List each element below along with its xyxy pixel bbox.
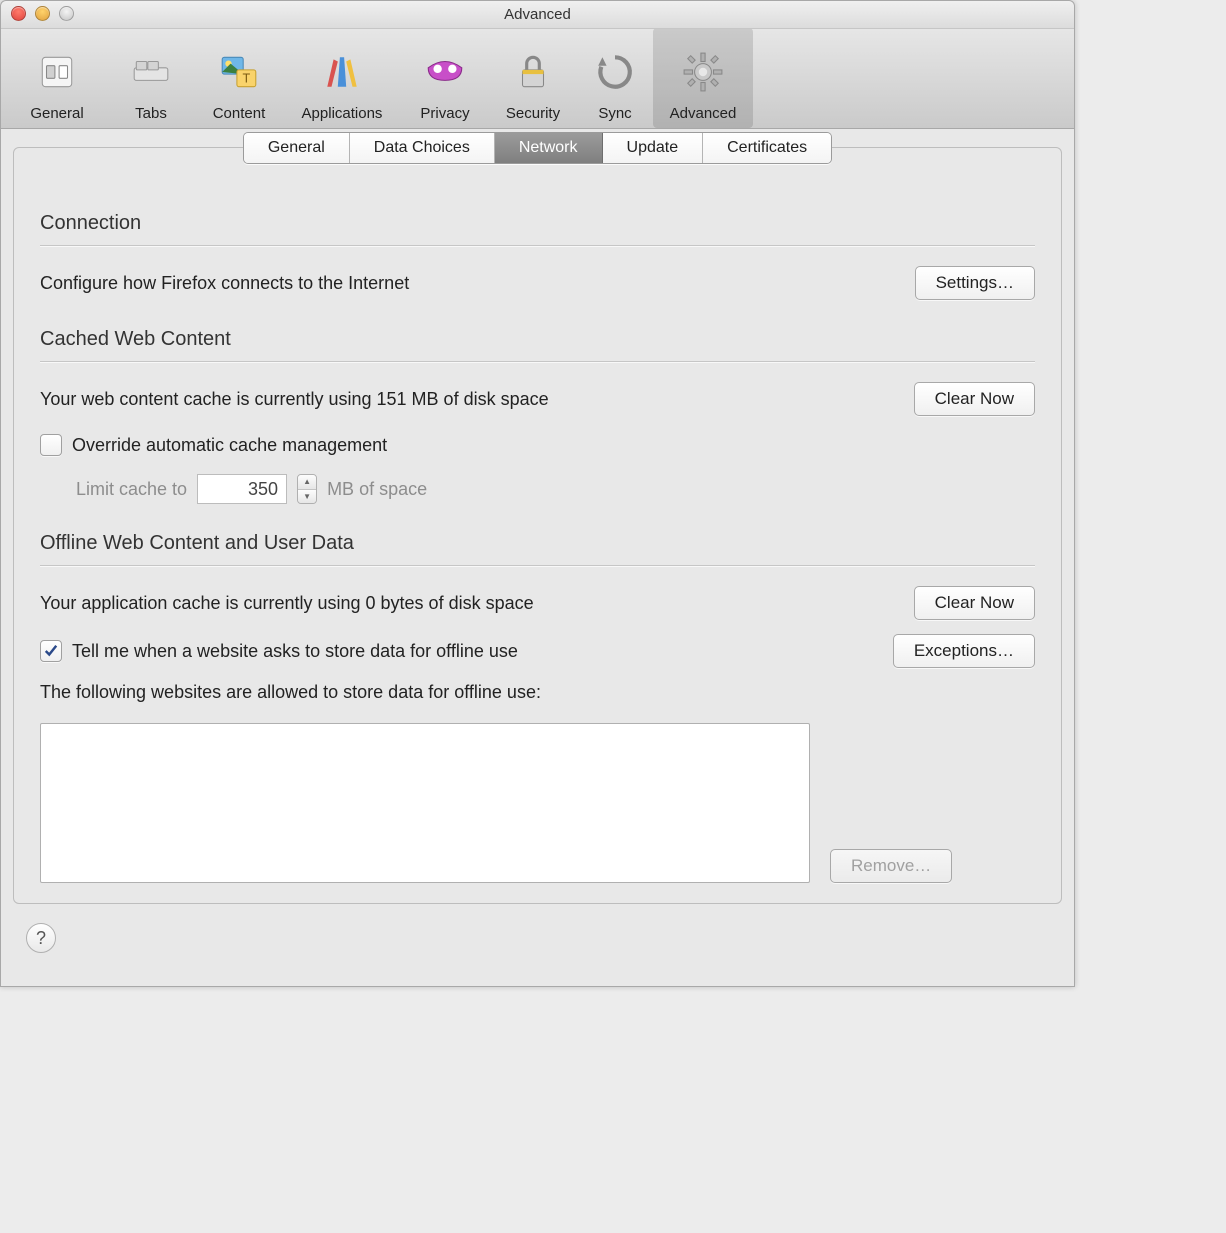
toolbar-label: Applications (302, 105, 383, 122)
toolbar-item-advanced[interactable]: Advanced (653, 28, 753, 128)
preferences-toolbar: General Tabs T Content Applications Priv… (1, 29, 1074, 129)
remove-button[interactable]: Remove… (830, 849, 952, 883)
minimize-window-button[interactable] (35, 6, 50, 21)
section-title-connection: Connection (40, 212, 1035, 246)
subtab-update[interactable]: Update (603, 133, 704, 163)
stepper-up-icon: ▲ (298, 475, 316, 490)
subtab-network[interactable]: Network (495, 133, 603, 163)
content-area: General Data Choices Network Update Cert… (1, 129, 1074, 986)
section-offline-web-content: Offline Web Content and User Data Your a… (40, 532, 1035, 883)
connection-settings-button[interactable]: Settings… (915, 266, 1035, 300)
toolbar-item-security[interactable]: Security (489, 28, 577, 128)
override-cache-checkbox[interactable] (40, 434, 62, 456)
offline-list-desc: The following websites are allowed to st… (40, 682, 541, 702)
toolbar-label: Security (506, 105, 560, 122)
tell-me-checkbox[interactable] (40, 640, 62, 662)
svg-text:T: T (242, 72, 250, 86)
help-icon: ? (36, 928, 46, 949)
zoom-window-button[interactable] (59, 6, 74, 21)
cache-clear-now-button[interactable]: Clear Now (914, 382, 1035, 416)
section-cached-web-content: Cached Web Content Your web content cach… (40, 328, 1035, 504)
tabs-icon (126, 47, 176, 97)
cache-limit-input[interactable] (197, 474, 287, 504)
limit-cache-prefix: Limit cache to (76, 479, 187, 500)
preferences-window: Advanced General Tabs T Content Applicat… (0, 0, 1075, 987)
general-icon (32, 47, 82, 97)
sync-icon (590, 47, 640, 97)
toolbar-label: Privacy (420, 105, 469, 122)
offline-sites-listbox[interactable] (40, 723, 810, 883)
offline-usage-text: Your application cache is currently usin… (40, 593, 534, 614)
window-title: Advanced (504, 6, 571, 23)
subtabs: General Data Choices Network Update Cert… (14, 132, 1061, 164)
toolbar-label: General (30, 105, 83, 122)
stepper-down-icon: ▼ (298, 490, 316, 504)
toolbar-label: Sync (598, 105, 631, 122)
gear-icon (678, 47, 728, 97)
toolbar-label: Content (213, 105, 266, 122)
toolbar-item-sync[interactable]: Sync (577, 28, 653, 128)
cache-usage-text: Your web content cache is currently usin… (40, 389, 549, 410)
toolbar-item-general[interactable]: General (7, 28, 107, 128)
privacy-icon (420, 47, 470, 97)
titlebar: Advanced (1, 1, 1074, 29)
close-window-button[interactable] (11, 6, 26, 21)
section-title-offline: Offline Web Content and User Data (40, 532, 1035, 566)
subtab-general[interactable]: General (244, 133, 350, 163)
section-connection: Connection Configure how Firefox connect… (40, 212, 1035, 300)
toolbar-label: Tabs (135, 105, 167, 122)
subtab-certificates[interactable]: Certificates (703, 133, 831, 163)
applications-icon (317, 47, 367, 97)
tell-me-label: Tell me when a website asks to store dat… (72, 641, 518, 662)
override-cache-label: Override automatic cache management (72, 435, 387, 456)
toolbar-item-applications[interactable]: Applications (283, 28, 401, 128)
toolbar-label: Advanced (670, 105, 737, 122)
offline-clear-now-button[interactable]: Clear Now (914, 586, 1035, 620)
security-icon (508, 47, 558, 97)
cache-limit-stepper[interactable]: ▲ ▼ (297, 474, 317, 504)
section-title-cache: Cached Web Content (40, 328, 1035, 362)
exceptions-button[interactable]: Exceptions… (893, 634, 1035, 668)
limit-cache-suffix: MB of space (327, 479, 427, 500)
subtab-data-choices[interactable]: Data Choices (350, 133, 495, 163)
connection-desc: Configure how Firefox connects to the In… (40, 273, 409, 294)
toolbar-item-privacy[interactable]: Privacy (401, 28, 489, 128)
help-button[interactable]: ? (26, 923, 56, 953)
toolbar-item-tabs[interactable]: Tabs (107, 28, 195, 128)
content-icon: T (214, 47, 264, 97)
toolbar-item-content[interactable]: T Content (195, 28, 283, 128)
advanced-pane: General Data Choices Network Update Cert… (13, 147, 1062, 904)
traffic-lights (11, 6, 74, 21)
